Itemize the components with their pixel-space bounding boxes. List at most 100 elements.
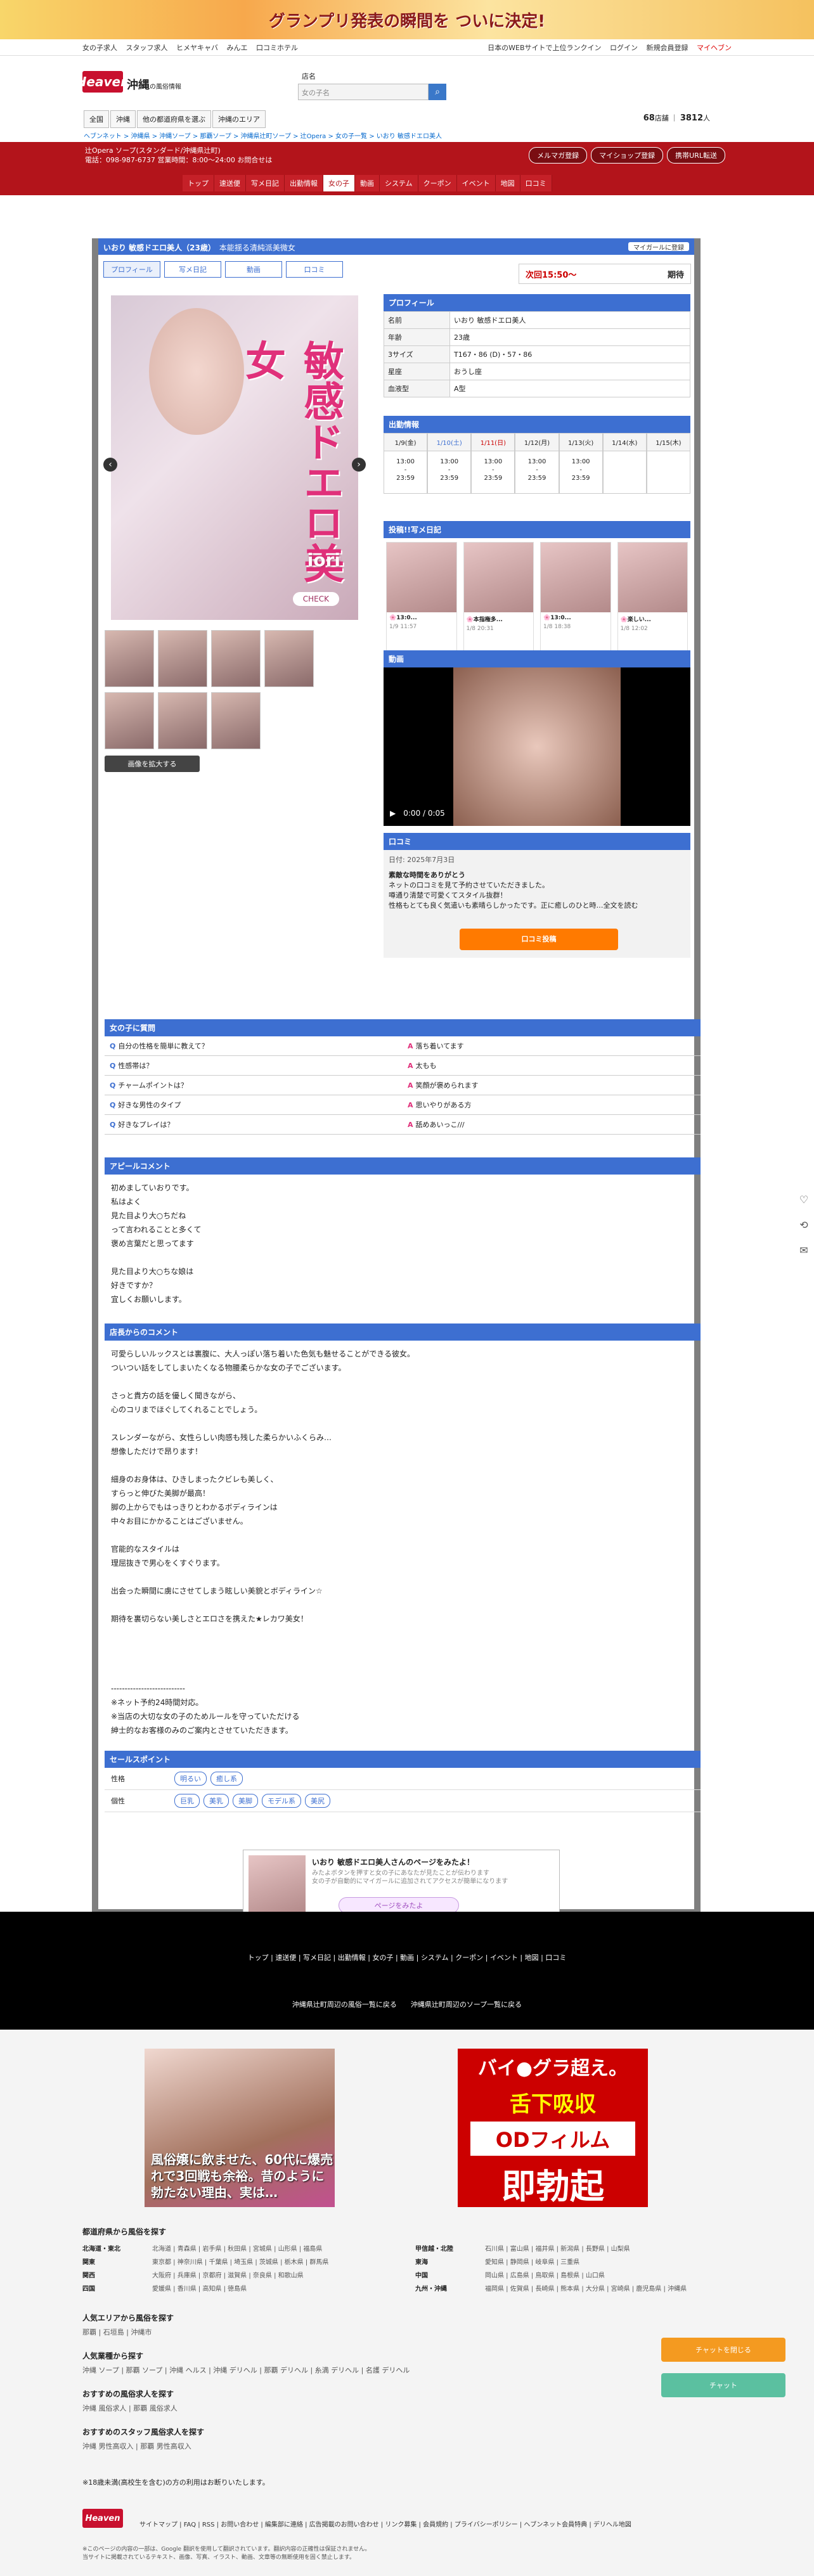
video-controls[interactable]: ▶ 0:00 / 0:05 [390,808,445,818]
next-photo-icon[interactable]: › [352,458,366,472]
video-section: 動画 ▶ 0:00 / 0:05 [384,650,690,826]
girl-detail: いおり 敏感ドエロ美人（23歳） 本能揺る清純派美微女 マイガールに登録 プロフ… [92,238,701,1919]
shop-menu-item[interactable]: システム [380,175,418,191]
qa-question: Q 好きな男性のタイプ [105,1095,403,1115]
post-review-button[interactable]: 口コミ投稿 [460,929,618,950]
shop-menu-item-active[interactable]: 女の子 [323,175,355,191]
area-tab[interactable]: 沖縄 [110,110,136,128]
area-tab[interactable]: 沖縄のエリア [212,110,266,128]
girl-catch: 本能揺る清純派美微女 [219,243,295,252]
tab-video[interactable]: 動画 [225,261,282,278]
schedule-day: 1/9(金) 13:00-23:59 [384,433,428,494]
login-link[interactable]: ログイン [610,44,638,52]
top-banner-ad[interactable]: グランプリ発表の瞬間を ついに決定! [0,0,814,39]
diary-card[interactable]: 🌸本指権多... 1/8 20:31 [463,542,534,656]
diary-card[interactable]: 🌸楽しい... 1/8 12:02 [617,542,688,656]
qa-heading: 女の子に質問 [105,1019,701,1036]
photo-thumb[interactable] [158,630,207,687]
search-button[interactable]: ⌕ [429,84,446,100]
shop-menu-item[interactable]: 写メ日記 [246,175,285,191]
search-label: 店名 [302,72,316,80]
shop-menu-item[interactable]: 出勤情報 [285,175,323,191]
footer-ad-right[interactable]: バイ●グラ超え。 舌下吸収 ODフィルム 即勃起 [458,2049,648,2207]
qa-answer: A 思いやりがある方 [403,1095,701,1115]
area-tab[interactable]: 他の都道府県を選ぶ [137,110,211,128]
ranking-link[interactable]: 日本のWEBサイトで上位ランクイン [488,44,601,52]
shop-bar: 辻Opera ソープ(スタンダード/沖縄県辻町) 電話：098-987-6737… [0,142,814,195]
heart-icon[interactable]: ♡ [796,1192,811,1207]
history-icon[interactable]: ⟲ [796,1217,811,1232]
main-photo[interactable]: 敏感ドエロ美女 iori CHECK [111,295,358,620]
shop-menu-item[interactable]: 地図 [495,175,520,191]
girl-title: いおり 敏感ドエロ美人（23歳） [103,243,212,252]
mitayo-photo [249,1855,306,1914]
topnav-link[interactable]: 口コミホテル [256,44,298,52]
review-section: 口コミ 日付: 2025年7月3日 素敵な時間をありがとう ネットの口コミを見て… [384,833,690,958]
footer-menu: トップ | 速送便 | 写メ日記 | 出勤情報 | 女の子 | 動画 | システ… [0,1912,814,2030]
photo-thumb[interactable] [211,692,261,749]
shop-menu-item[interactable]: クーポン [418,175,457,191]
footer-back-links: 沖縄県辻町周辺の風俗一覧に戻る 沖縄県辻町周辺のソープ一覧に戻る [292,2000,522,2009]
photo-thumb[interactable] [105,692,154,749]
shop-buttons: メルマガ登録 マイショップ登録 携帯URL転送 [525,147,725,164]
chat-button[interactable]: チャット [661,2373,785,2397]
shop-menu-item[interactable]: イベント [456,175,496,191]
shop-menu-item[interactable]: 動画 [355,175,380,191]
sales-section: セールスポイント 性格 明るい 癒し系 個性 巨乳 美乳 美脚 モデル系 美尻 [105,1751,701,1812]
qa-question: Q 好きなプレイは？ [105,1115,403,1135]
breadcrumb[interactable]: ヘブンネット > 沖縄県 > 沖縄ソープ > 那覇ソープ > 沖縄県辻町ソープ … [84,131,442,140]
fav-button[interactable]: マイガールに登録 [628,242,689,252]
mailmag-button[interactable]: メルマガ登録 [529,147,588,164]
register-link[interactable]: 新規会員登録 [647,44,688,52]
prev-photo-icon[interactable]: ‹ [103,458,117,472]
qa-question: Q チャームポイントは？ [105,1076,403,1095]
footer-nav[interactable]: トップ | 速送便 | 写メ日記 | 出勤情報 | 女の子 | 動画 | システ… [0,1952,814,1962]
video-player[interactable]: ▶ 0:00 / 0:05 [384,667,690,826]
review-body[interactable]: ネットの口コミを見て予約させていただきました。 噂通り清楚で可愛くてスタイル抜群… [389,880,685,911]
age-note: ※18歳未満(高校生を含む)の方の利用はお断りいたします。 [82,2478,269,2487]
myshop-button[interactable]: マイショップ登録 [591,147,664,164]
mobile-url-button[interactable]: 携帯URL転送 [667,147,725,164]
schedule-day: 1/12(月) 13:00-23:59 [515,433,559,494]
profile-tabs: プロフィール 写メ日記 動画 口コミ [103,261,347,278]
shop-menu-item[interactable]: トップ [183,175,214,191]
topnav-link[interactable]: ヒメヤキャバ [176,44,218,52]
staff-jobs: おすすめのスタッフ風俗求人を探す 沖縄 男性高収入 | 那覇 男性高収入 [82,2428,205,2450]
tab-diary[interactable]: 写メ日記 [164,261,221,278]
shop-name[interactable]: 辻Opera ソープ(スタンダード/沖縄県辻町) [85,146,272,155]
topnav-link[interactable]: 女の子求人 [82,44,117,52]
schedule-day: 1/10(土) 13:00-23:59 [427,433,472,494]
photo-thumb[interactable] [158,692,207,749]
chat-close-button[interactable]: チャットを閉じる [661,2338,785,2362]
search-input[interactable]: 女の子名 [298,84,429,100]
tab-review[interactable]: 口コミ [286,261,343,278]
profile-heading: プロフィール [384,294,690,311]
diary-card[interactable]: 🌸13:0... 1/8 18:38 [540,542,611,656]
diary-card[interactable]: 🌸13:0... 1/9 11:57 [386,542,457,656]
schedule-day: 1/13(火) 13:00-23:59 [559,433,603,494]
tab-profile[interactable]: プロフィール [103,261,160,278]
chat-icon[interactable]: ✉ [796,1242,811,1258]
photo-thumb[interactable] [211,630,261,687]
enlarge-button[interactable]: 画像を拡大する [105,756,200,772]
shop-info: 辻Opera ソープ(スタンダード/沖縄県辻町) 電話：098-987-6737… [85,146,272,165]
footer-links[interactable]: サイトマップ | FAQ | RSS | お問い合わせ | 編集部に連絡 | 広… [139,2519,672,2528]
site-logo[interactable]: Heaven [76,71,129,93]
photo-thumb[interactable] [264,630,314,687]
region-title: 沖縄の風俗情報 [127,79,181,92]
girl-title-bar: いおり 敏感ドエロ美人（23歳） 本能揺る清純派美微女 マイガールに登録 [98,238,694,255]
qa-section: 女の子に質問 Q 自分の性格を簡単に教えて？ A 落ち着いてます Q 性感帯は？ A 太もも… [105,1019,701,1135]
area-tab[interactable]: 全国 [84,110,109,128]
myheaven-link[interactable]: マイヘブン [697,44,732,52]
shop-menu-item[interactable]: 口コミ [520,175,552,191]
topnav-link[interactable]: みんエ [227,44,248,52]
popular-genres: 人気業種から探す 沖縄 ソープ | 那覇 ソープ | 沖縄 ヘルス | 沖縄 デリ… [82,2352,410,2374]
footer-ad-left[interactable]: 風俗嬢に飲ませた、60代に爆売れで3回戦も余裕。昔のように勃たない理由、実は… [145,2049,335,2207]
photo-thumb[interactable] [105,630,154,687]
area-tabs: 全国 沖縄 他の都道府県を選ぶ 沖縄のエリア [84,110,267,128]
qa-answer: A 舐めあいっこ/// [403,1115,701,1135]
footer-logo[interactable]: Heaven [82,2509,123,2528]
topnav-link[interactable]: スタッフ求人 [126,44,168,52]
shop-menu-item[interactable]: 速送便 [214,175,246,191]
site-counts: 68店舗 ｜ 3812人 [643,113,710,123]
